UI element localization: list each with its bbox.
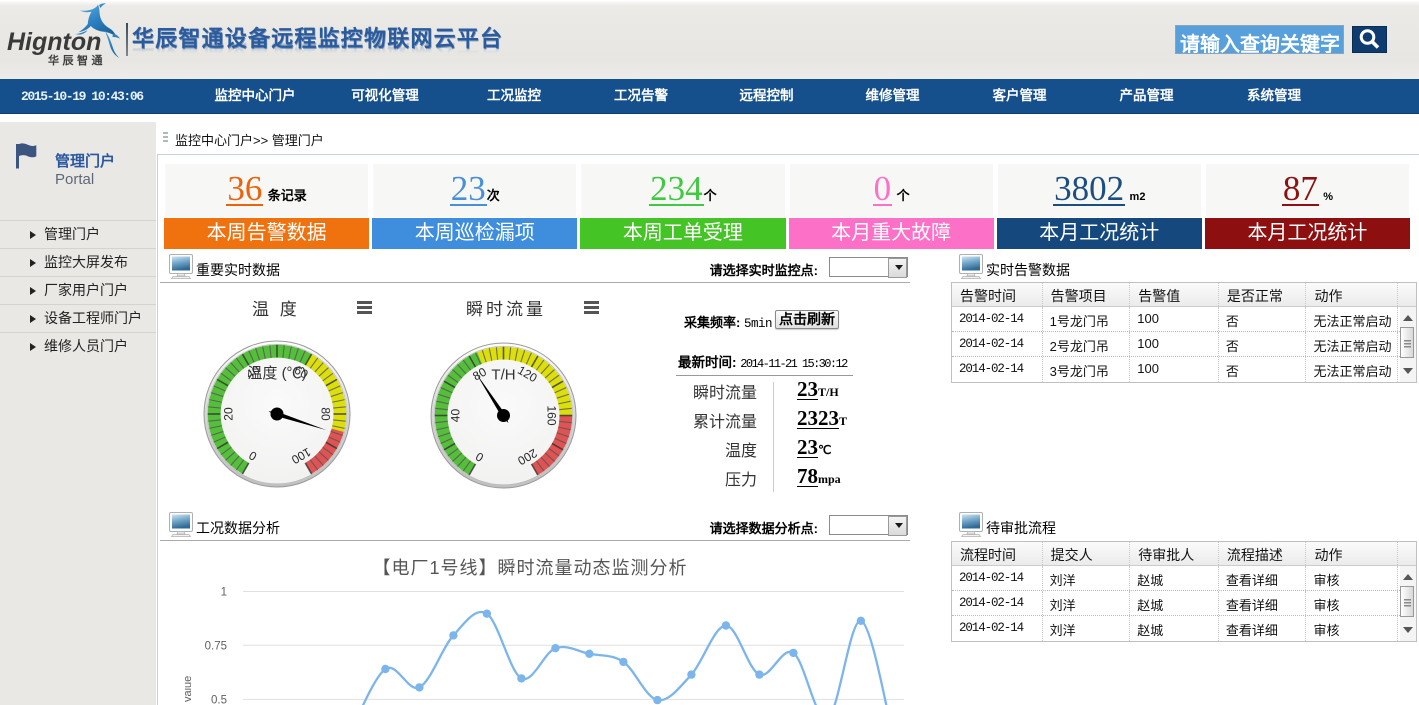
svg-text:0.75: 0.75: [205, 640, 227, 652]
svg-text:20: 20: [222, 407, 236, 421]
svg-text:温度 (℃): 温度 (℃): [247, 365, 306, 382]
svg-text:40: 40: [448, 408, 462, 422]
svg-text:T/H: T/H: [491, 366, 515, 383]
svg-text:1: 1: [221, 587, 227, 599]
svg-text:160: 160: [544, 405, 558, 425]
svg-text:80: 80: [318, 407, 332, 421]
svg-text:value: value: [185, 676, 194, 702]
svg-text:0.5: 0.5: [211, 694, 227, 705]
